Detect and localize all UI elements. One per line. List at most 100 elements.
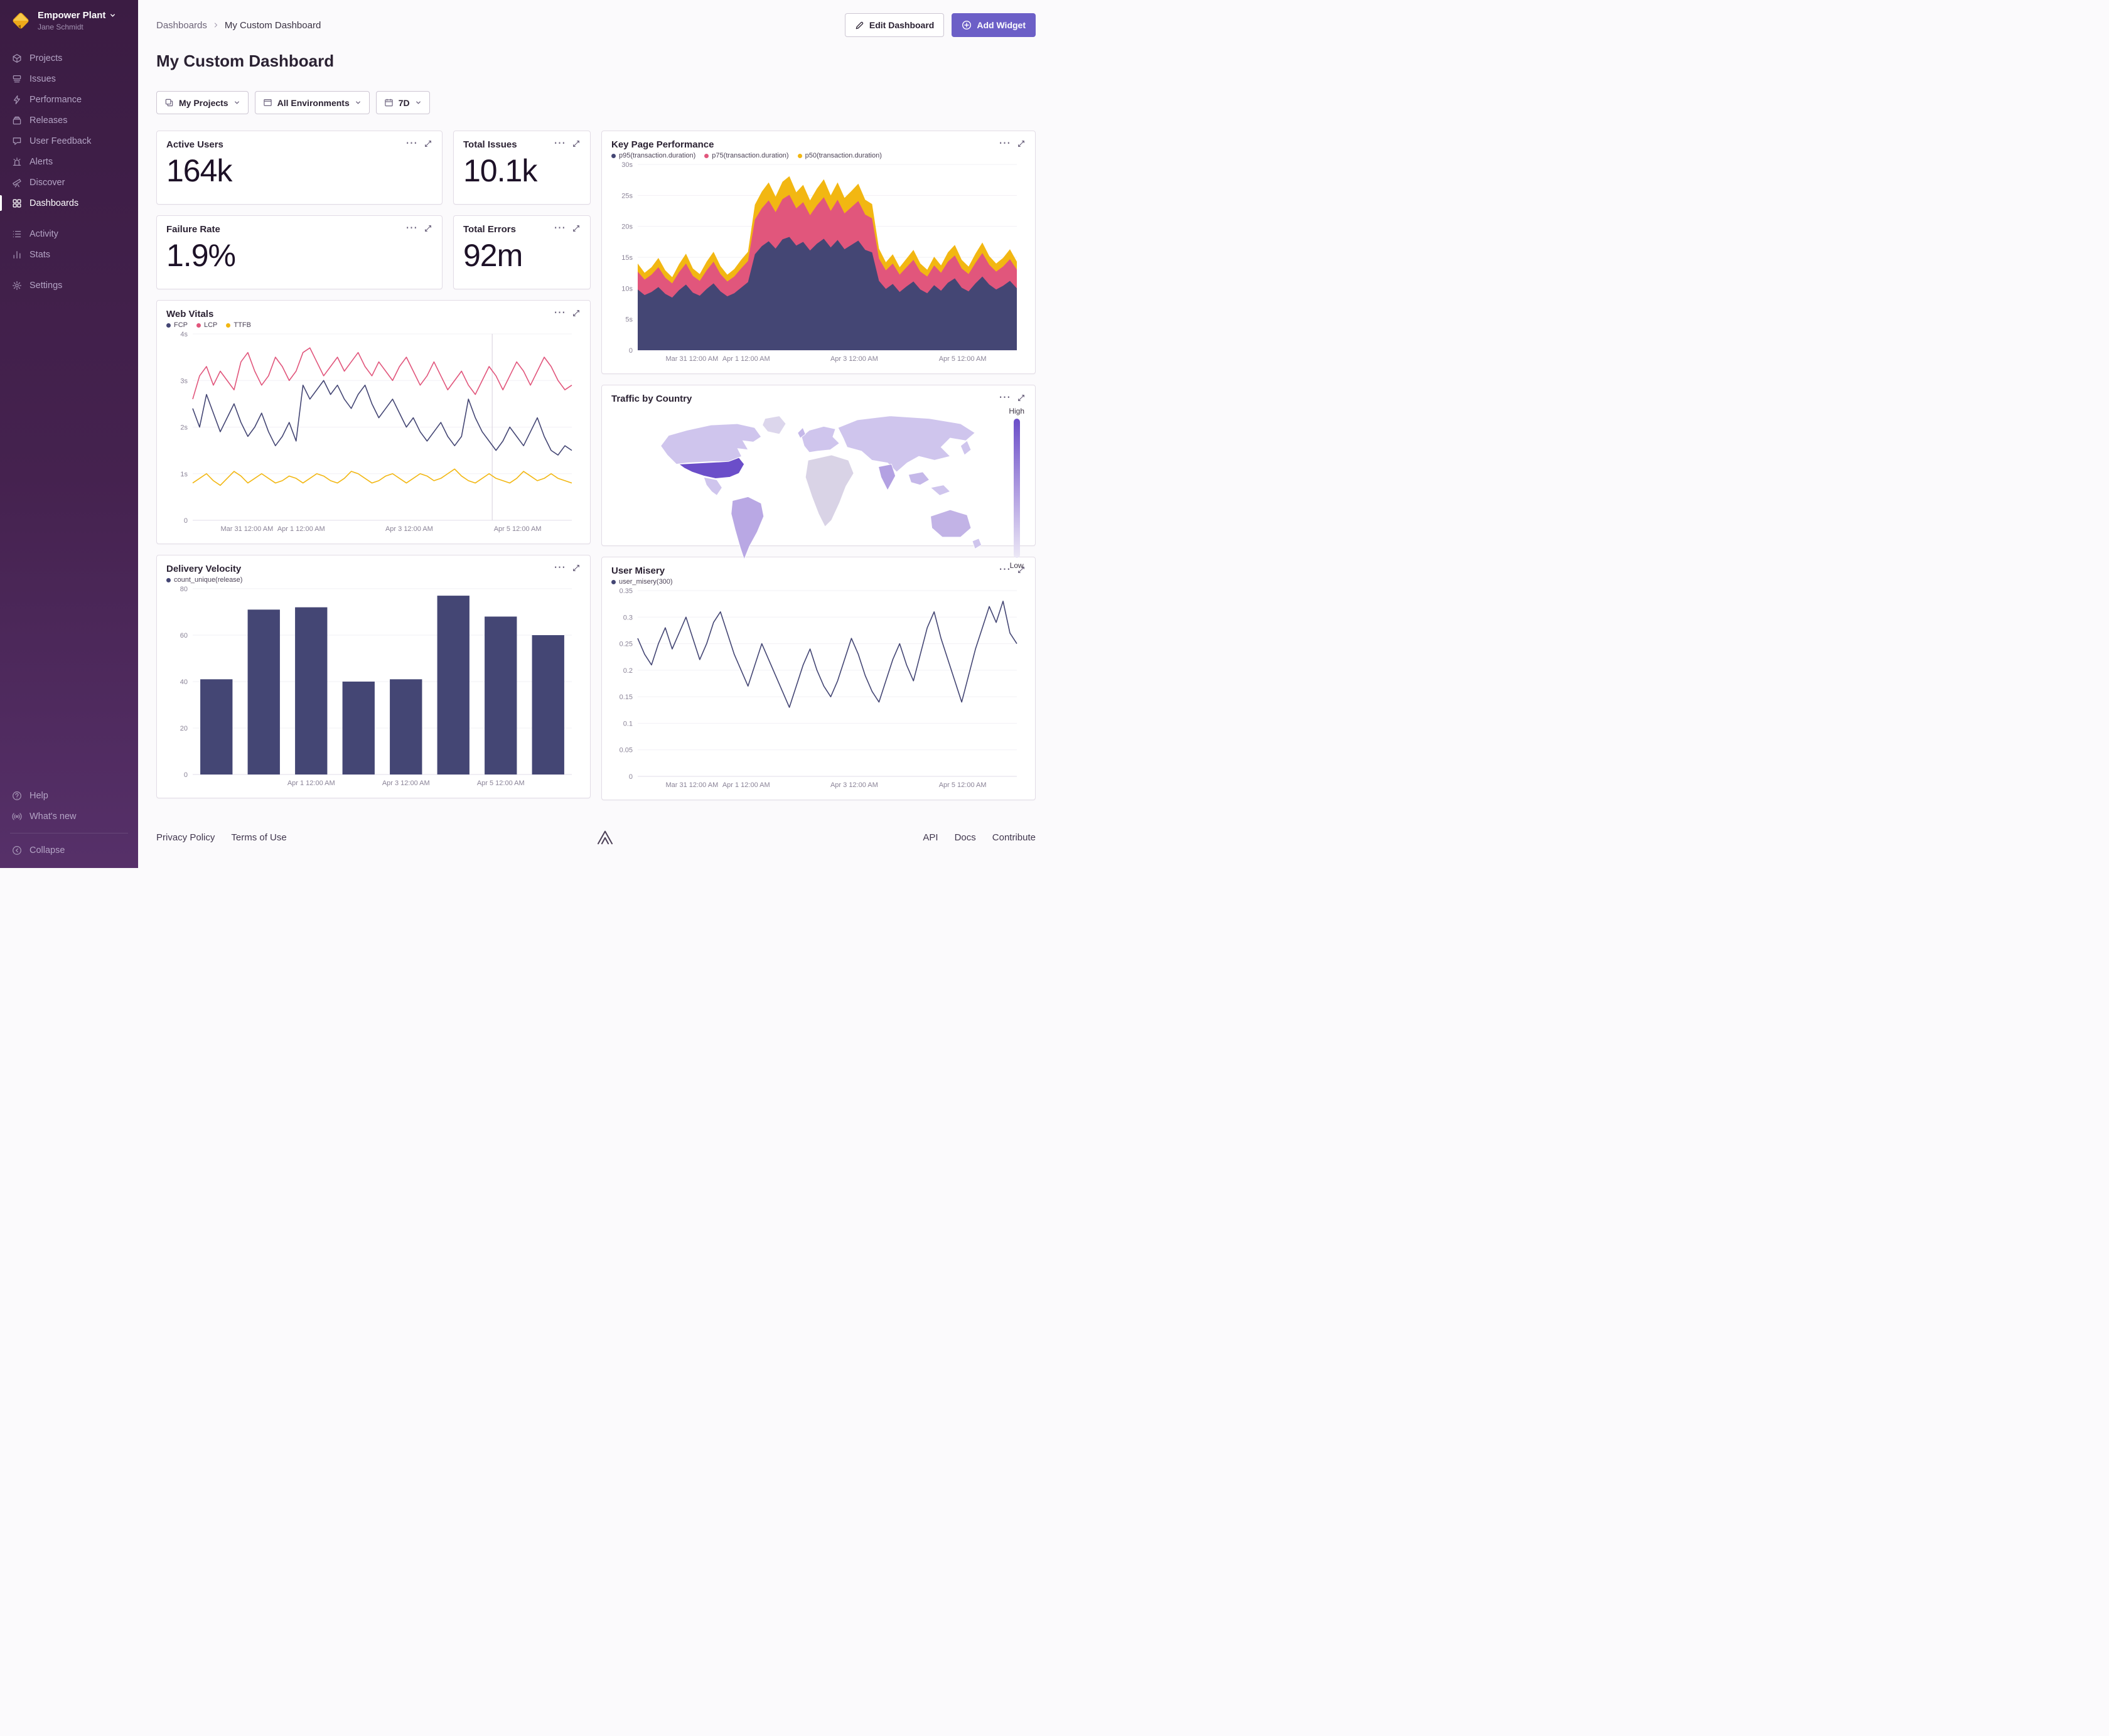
widget-expand-icon[interactable] [572,309,581,318]
legend-item[interactable]: user_misery(300) [611,578,673,586]
date-range-filter[interactable]: 7D [375,91,430,114]
filter-bar: My Projects All Environments 7D [156,91,1036,114]
privacy-policy-link[interactable]: Privacy Policy [156,832,215,843]
sidebar-item-label: Collapse [30,845,65,855]
legend-label: p75(transaction.duration) [712,152,789,159]
legend-dot [226,323,231,328]
widget-title: Traffic by Country [611,394,692,404]
legend-item[interactable]: count_unique(release) [166,576,242,584]
sidebar-item-label: Dashboards [30,198,79,208]
chevron-right-icon [214,23,217,28]
chart-legend: count_unique(release) [166,576,581,584]
widget-options-icon[interactable]: ⋯ [554,307,566,319]
widget-expand-icon[interactable] [572,224,581,233]
svg-text:80: 80 [180,586,188,593]
sidebar: Empower Plant Jane Schmidt Projects Issu… [0,0,138,868]
docs-link[interactable]: Docs [955,832,976,843]
breadcrumb-dashboards-link[interactable]: Dashboards [156,20,207,31]
edit-dashboard-button[interactable]: Edit Dashboard [844,13,945,37]
stat-value: 1.9% [166,238,236,273]
widget-expand-icon[interactable] [424,139,432,148]
widget-total-issues: Total Issues ⋯ 10.1k [453,131,591,205]
widget-expand-icon[interactable] [1017,394,1026,402]
sidebar-item-collapse[interactable]: Collapse [0,840,138,860]
broadcast-icon [12,812,22,820]
api-link[interactable]: API [923,832,938,843]
sidebar-item-label: Issues [30,73,56,84]
date-range-label: 7D [398,97,410,108]
sidebar-item-label: Projects [30,53,63,63]
sidebar-item-dashboards[interactable]: Dashboards [0,193,138,213]
add-widget-button[interactable]: Add Widget [952,13,1036,37]
svg-text:25s: 25s [621,192,633,200]
widget-expand-icon[interactable] [572,564,581,572]
sidebar-item-stats[interactable]: Stats [0,244,138,265]
widget-options-icon[interactable]: ⋯ [554,137,566,149]
stat-value: 164k [166,153,232,188]
sidebar-item-alerts[interactable]: Alerts [0,151,138,172]
add-widget-label: Add Widget [977,20,1026,30]
svg-text:0.3: 0.3 [623,614,633,621]
sidebar-item-issues[interactable]: Issues [0,68,138,89]
widget-active-users: Active Users ⋯ 164k [156,131,443,205]
user-misery-chart: 0 0.05 0.1 0.15 0.2 0.25 0.3 0.35 Mar 31 12:00 A… [611,586,1026,791]
legend-item[interactable]: FCP [166,321,188,329]
legend-dot [704,153,709,158]
sidebar-item-releases[interactable]: Releases [0,110,138,131]
legend-item[interactable]: TTFB [226,321,251,329]
environments-filter-icon [263,99,272,106]
widget-options-icon[interactable]: ⋯ [405,137,417,149]
svg-text:40: 40 [180,678,188,686]
stat-value: 10.1k [463,153,537,188]
svg-text:2s: 2s [180,424,188,432]
sidebar-item-label: Activity [30,228,58,239]
legend-item[interactable]: p50(transaction.duration) [797,152,882,159]
legend-item[interactable]: p75(transaction.duration) [704,152,789,159]
sidebar-item-user-feedback[interactable]: User Feedback [0,131,138,151]
project-filter[interactable]: My Projects [156,91,249,114]
environment-filter[interactable]: All Environments [254,91,370,114]
chart-legend: FCP LCP TTFB [166,321,581,329]
releases-icon [13,116,21,124]
svg-text:Apr 1 12:00 AM: Apr 1 12:00 AM [287,780,335,787]
chevron-down-icon [416,101,421,104]
widget-key-page-performance: Key Page Performance ⋯ p95(transaction.d… [601,131,1036,374]
calendar-icon [385,99,393,107]
sidebar-item-discover[interactable]: Discover [0,172,138,193]
svg-text:60: 60 [180,632,188,640]
sidebar-item-settings[interactable]: Settings [0,275,138,296]
project-filter-label: My Projects [179,97,228,108]
terms-of-use-link[interactable]: Terms of Use [231,832,286,843]
widget-expand-icon[interactable] [572,139,581,148]
sidebar-item-label: Performance [30,94,82,105]
legend-item[interactable]: LCP [196,321,217,329]
contribute-link[interactable]: Contribute [992,832,1036,843]
sidebar-item-help[interactable]: Help [0,785,138,806]
svg-text:Mar 31 12:00 AM: Mar 31 12:00 AM [665,355,718,363]
page-footer: Privacy Policy Terms of Use API Docs Con… [156,828,1036,847]
widget-total-errors: Total Errors ⋯ 92m [453,215,591,289]
sidebar-item-activity[interactable]: Activity [0,223,138,244]
widget-options-icon[interactable]: ⋯ [405,222,417,234]
widget-grid: Active Users ⋯ 164k Total Issues ⋯ 10.1k… [156,131,1036,800]
legend-label: user_misery(300) [619,578,673,586]
activity-icon [13,230,21,237]
widget-options-icon[interactable]: ⋯ [554,222,566,234]
plus-circle-icon [962,20,972,30]
widget-expand-icon[interactable] [424,224,432,233]
widget-expand-icon[interactable] [1017,139,1026,148]
sidebar-item-performance[interactable]: Performance [0,89,138,110]
sidebar-item-whats-new[interactable]: What's new [0,806,138,827]
legend-item[interactable]: p95(transaction.duration) [611,152,695,159]
svg-text:Apr 5 12:00 AM: Apr 5 12:00 AM [939,355,987,363]
sidebar-item-label: Releases [30,115,68,126]
svg-text:20s: 20s [621,223,633,231]
org-switcher[interactable]: Empower Plant Jane Schmidt [0,10,138,31]
svg-text:0.25: 0.25 [620,641,633,648]
stats-icon [13,250,21,259]
sidebar-item-projects[interactable]: Projects [0,48,138,68]
widget-options-icon[interactable]: ⋯ [999,392,1011,404]
widget-options-icon[interactable]: ⋯ [999,137,1011,149]
svg-text:15s: 15s [621,254,633,262]
widget-options-icon[interactable]: ⋯ [554,562,566,574]
